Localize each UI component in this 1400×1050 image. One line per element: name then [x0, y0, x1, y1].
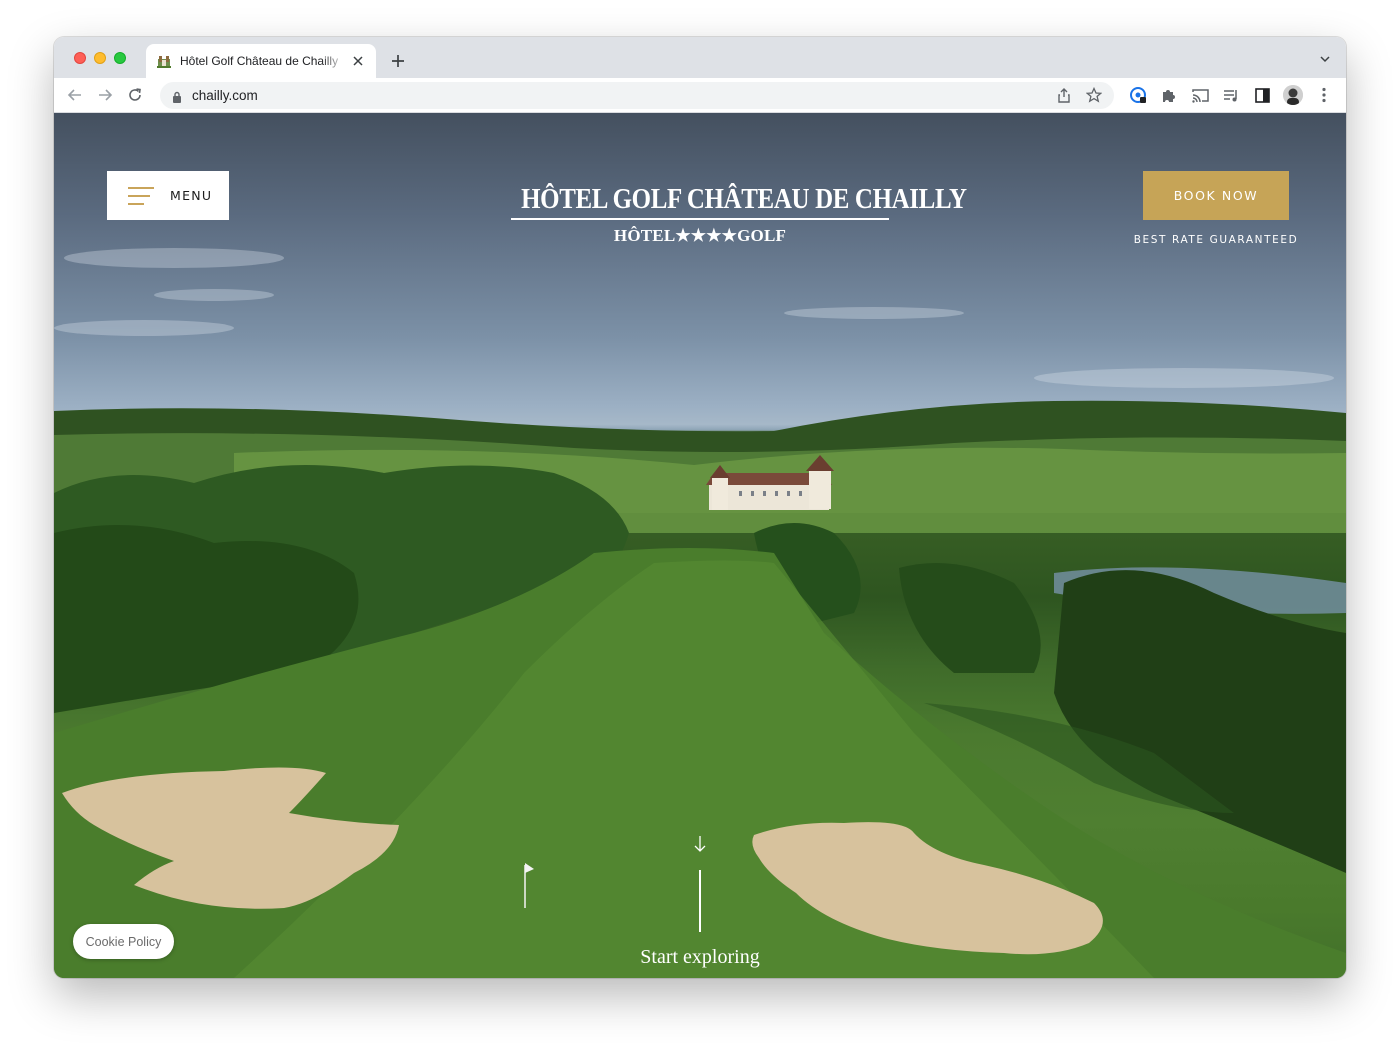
cast-icon[interactable] — [1190, 81, 1210, 109]
menu-button[interactable]: MENU — [107, 171, 229, 220]
brand-title: HÔTEL GOLF CHÂTEAU DE CHAILLY — [521, 183, 967, 215]
bookmark-star-icon[interactable] — [1085, 86, 1103, 109]
profile-avatar[interactable] — [1283, 81, 1303, 109]
browser-tab-active[interactable]: Hôtel Golf Château de Chailly — [146, 44, 376, 78]
browser-toolbar: chailly.com — [54, 78, 1346, 113]
back-arrow-icon[interactable] — [60, 81, 90, 109]
password-manager-extension-icon[interactable] — [1128, 81, 1148, 109]
lock-icon[interactable] — [172, 90, 182, 103]
cookie-policy-label: Cookie Policy — [85, 934, 162, 949]
tab-strip: Hôtel Golf Château de Chailly — [54, 37, 1346, 78]
minimize-window-button[interactable] — [94, 52, 106, 64]
scroll-down-arrow-icon[interactable] — [692, 834, 708, 854]
close-tab-icon[interactable] — [350, 53, 366, 69]
hero-section: MENU HÔTEL GOLF CHÂTEAU DE CHAILLY HÔTEL… — [54, 113, 1346, 978]
side-panel-icon[interactable] — [1252, 81, 1272, 109]
cookie-policy-button[interactable]: Cookie Policy — [73, 924, 174, 959]
browser-menu-kebab-icon[interactable] — [1314, 81, 1334, 109]
tab-title: Hôtel Golf Château de Chailly — [180, 54, 339, 68]
share-icon[interactable] — [1056, 87, 1072, 109]
menu-label: MENU — [170, 188, 213, 203]
chateau-favicon-icon — [156, 53, 172, 69]
brand-divider — [511, 218, 889, 220]
url-text: chailly.com — [192, 88, 258, 103]
book-now-button[interactable]: BOOK NOW — [1143, 171, 1289, 220]
omnibox-actions — [1056, 86, 1103, 109]
extensions-puzzle-icon[interactable] — [1159, 81, 1179, 109]
media-controls-icon[interactable] — [1221, 81, 1241, 109]
browser-window: Hôtel Golf Château de Chailly chailly.co — [54, 37, 1346, 978]
close-window-button[interactable] — [74, 52, 86, 64]
brand-subtitle: HÔTEL★★★★GOLF — [613, 226, 787, 245]
window-controls — [74, 52, 126, 64]
hamburger-icon — [128, 186, 154, 205]
extension-toolbar — [1128, 81, 1334, 109]
tab-search-chevron-icon[interactable] — [1318, 52, 1332, 66]
forward-arrow-icon[interactable] — [90, 81, 120, 109]
new-tab-icon[interactable] — [388, 51, 408, 71]
reload-icon[interactable] — [120, 81, 150, 109]
maximize-window-button[interactable] — [114, 52, 126, 64]
site-logo[interactable]: HÔTEL GOLF CHÂTEAU DE CHAILLY HÔTEL★★★★G… — [492, 183, 967, 246]
address-bar[interactable]: chailly.com — [160, 82, 1114, 109]
book-now-label: BOOK NOW — [1173, 188, 1259, 203]
start-exploring-link[interactable]: Start exploring — [600, 946, 800, 969]
best-rate-note: BEST RATE GUARANTEED — [1133, 234, 1299, 246]
scroll-indicator-line — [699, 870, 701, 932]
